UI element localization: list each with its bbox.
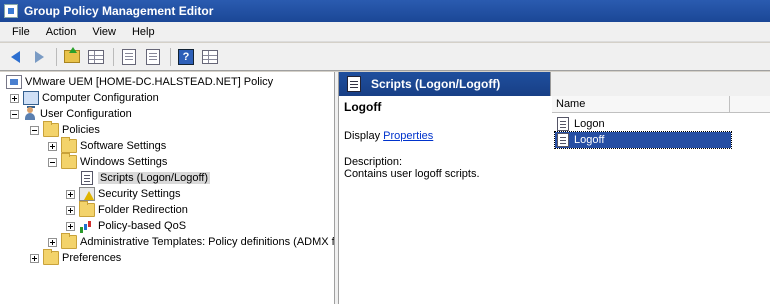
properties-button[interactable]: [118, 46, 140, 68]
collapse-icon[interactable]: [10, 109, 19, 119]
folder-icon: [43, 121, 59, 137]
collapse-icon[interactable]: [48, 157, 57, 167]
properties-icon: [122, 48, 136, 65]
folder-icon: [61, 137, 77, 153]
expand-icon[interactable]: [66, 205, 75, 215]
tree-item-computer-configuration[interactable]: Computer Configuration: [10, 90, 159, 108]
action-pane-icon: [202, 49, 218, 64]
toolbar-separator: [56, 47, 57, 66]
user-icon: [23, 107, 37, 121]
script-icon: [81, 171, 93, 185]
tree-label: Computer Configuration: [42, 92, 159, 104]
tree-item-preferences[interactable]: Preferences: [30, 249, 122, 266]
tree-label: User Configuration: [40, 108, 132, 120]
tree-label: Preferences: [62, 252, 122, 264]
list-item-logoff[interactable]: Logoff: [554, 131, 732, 149]
tree-item-scripts[interactable]: Scripts (Logon/Logoff): [79, 170, 211, 186]
description-text: Contains user logoff scripts.: [344, 168, 480, 180]
menu-view[interactable]: View: [84, 24, 124, 40]
show-hide-tree-button[interactable]: [85, 46, 107, 68]
collapse-icon[interactable]: [30, 125, 39, 135]
display-label: Display: [344, 130, 381, 142]
details-header: Scripts (Logon/Logoff): [339, 72, 770, 96]
list-item-logon[interactable]: Logon: [555, 116, 605, 132]
console-tree-icon: [88, 49, 104, 64]
tree-label: Folder Redirection: [98, 204, 188, 216]
menu-action[interactable]: Action: [38, 24, 85, 40]
export-icon: [146, 48, 160, 65]
menu-help[interactable]: Help: [124, 24, 163, 40]
tree-label: Policy-based QoS: [98, 220, 187, 232]
back-arrow-icon: [10, 50, 20, 63]
qos-chart-icon: [79, 219, 95, 233]
computer-icon: [23, 91, 39, 108]
help-icon: ?: [178, 48, 194, 65]
description-label: Description:: [344, 156, 403, 168]
folder-icon: [43, 249, 59, 265]
expand-icon[interactable]: [66, 189, 75, 199]
expand-icon[interactable]: [48, 141, 57, 151]
script-icon: [347, 76, 361, 92]
show-action-pane-button[interactable]: [199, 46, 221, 68]
tree-item-security-settings[interactable]: Security Settings: [66, 186, 181, 202]
list-item-label: Logoff: [574, 134, 605, 146]
up-one-level-button[interactable]: [61, 46, 83, 68]
column-header-name[interactable]: Name: [552, 96, 730, 112]
tree-label: Policies: [62, 124, 100, 136]
tree-item-user-configuration[interactable]: User Configuration: [10, 106, 132, 122]
policy-icon: [6, 75, 22, 89]
expand-icon[interactable]: [66, 221, 75, 231]
toolbar-separator: [113, 47, 114, 66]
tree-item-root[interactable]: VMware UEM [HOME-DC.HALSTEAD.NET] Policy: [6, 74, 273, 90]
tree-item-policies[interactable]: Policies: [30, 121, 100, 138]
menu-file[interactable]: File: [4, 24, 38, 40]
console-tree: VMware UEM [HOME-DC.HALSTEAD.NET] Policy…: [0, 72, 335, 304]
extended-view-description: Logoff Display Properties Description: C…: [344, 100, 549, 180]
tree-label: Windows Settings: [80, 156, 168, 168]
forward-button[interactable]: [28, 46, 50, 68]
window-title: Group Policy Management Editor: [24, 4, 214, 18]
tree-item-windows-settings[interactable]: Windows Settings: [48, 153, 168, 170]
menu-bar: File Action View Help: [0, 22, 770, 42]
export-list-button[interactable]: [142, 46, 164, 68]
selected-item-title: Logoff: [344, 100, 382, 114]
tree-label: Scripts (Logon/Logoff): [98, 172, 211, 184]
folder-icon: [61, 233, 77, 249]
properties-link[interactable]: Properties: [383, 130, 433, 142]
display-properties-line: Display Properties: [344, 130, 549, 142]
expand-icon[interactable]: [10, 93, 19, 103]
header-tab-area: [550, 72, 770, 96]
details-header-title: Scripts (Logon/Logoff): [371, 77, 501, 91]
app-icon: [4, 4, 18, 18]
help-button[interactable]: ?: [175, 46, 197, 68]
forward-arrow-icon: [34, 50, 44, 63]
tree-label: Security Settings: [98, 188, 181, 200]
tree-label: VMware UEM [HOME-DC.HALSTEAD.NET] Policy: [25, 76, 274, 88]
list-item-label: Logon: [574, 118, 605, 130]
list-header: Name: [552, 96, 770, 113]
tree-item-policy-based-qos[interactable]: Policy-based QoS: [66, 218, 186, 234]
tree-label: Administrative Templates: Policy definit…: [80, 236, 335, 248]
security-icon: [79, 187, 95, 201]
tree-label: Software Settings: [80, 140, 167, 152]
folder-up-icon: [64, 47, 80, 63]
script-icon: [557, 133, 569, 147]
toolbar: ?: [0, 43, 770, 71]
expand-icon[interactable]: [30, 253, 39, 263]
folder-icon: [61, 153, 77, 169]
script-icon: [557, 117, 569, 131]
tree-item-administrative-templates[interactable]: Administrative Templates: Policy definit…: [48, 233, 335, 250]
toolbar-separator: [170, 47, 171, 66]
back-button[interactable]: [4, 46, 26, 68]
tree-item-folder-redirection[interactable]: Folder Redirection: [66, 201, 188, 218]
title-bar: Group Policy Management Editor: [0, 0, 770, 22]
tree-item-software-settings[interactable]: Software Settings: [48, 137, 167, 154]
details-pane: Scripts (Logon/Logoff) Logoff Display Pr…: [339, 72, 770, 304]
folder-icon: [79, 201, 95, 217]
expand-icon[interactable]: [48, 237, 57, 247]
